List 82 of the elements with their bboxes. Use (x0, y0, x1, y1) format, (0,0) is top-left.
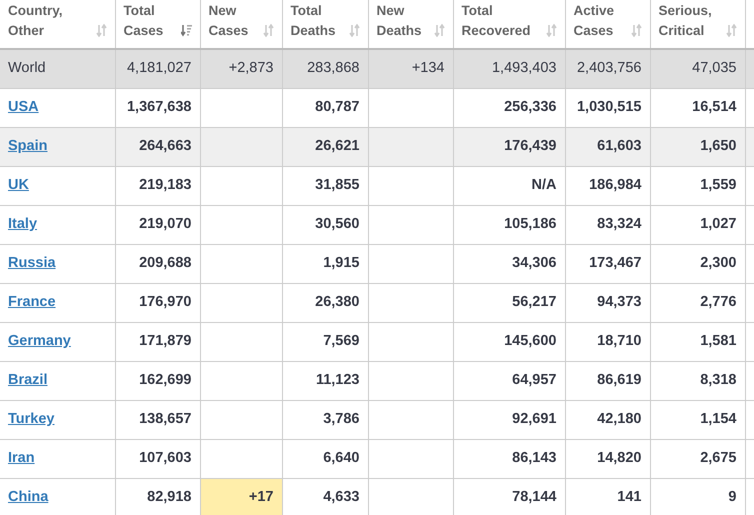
table-cell: +134 (412, 60, 444, 76)
table-cell: 219,183 (139, 176, 192, 193)
table-cell: 1,559 (700, 176, 736, 193)
table-cell: 82,918 (147, 488, 192, 505)
table-cell: 138,657 (139, 410, 192, 427)
sort-icon[interactable] (726, 24, 736, 37)
table-cell: 145,600 (504, 332, 556, 349)
table-cell: 1,027 (700, 216, 736, 232)
table-cell: 18,710 (597, 332, 642, 349)
table-cell: 283,868 (307, 60, 360, 76)
table-cell: 11,123 (316, 372, 360, 388)
table-cell: +2,873 (228, 60, 274, 76)
table-cell: 6,640 (323, 450, 360, 466)
country-link[interactable]: Spain (8, 138, 48, 154)
table-cell: 92,691 (512, 410, 556, 427)
table-cell: 64,957 (512, 372, 556, 388)
table-cell: 9 (728, 488, 736, 505)
sort-icon[interactable] (96, 24, 106, 37)
table-cell: 1,650 (700, 138, 736, 154)
table-cell: 176,439 (504, 138, 556, 154)
table-cell: 83,324 (597, 216, 642, 232)
table-cell: 26,621 (315, 138, 360, 154)
table-cell: 105,186 (504, 216, 556, 232)
table-cell: 8,318 (700, 372, 736, 388)
table-cell: 94,373 (597, 294, 642, 310)
table-cell: N/A (532, 176, 556, 193)
table-cell: 3,786 (323, 410, 360, 427)
table-cell: 4,633 (323, 488, 360, 505)
table-cell: 141 (617, 488, 642, 505)
table-cell: 1,493,403 (492, 60, 556, 76)
country-link[interactable]: Italy (8, 216, 38, 232)
table-cell: 2,300 (700, 254, 736, 271)
table-cell: 47,035 (692, 60, 736, 76)
table-cell: 86,143 (512, 450, 556, 466)
table-cell: 209,688 (139, 254, 192, 271)
table-cell: 264,663 (139, 138, 192, 154)
table-cell: 86,619 (597, 372, 642, 388)
table-cell: 2,675 (700, 450, 736, 466)
table-cell: 42,180 (597, 410, 642, 427)
table-cell: 26,380 (315, 294, 360, 310)
sort-icon[interactable] (348, 24, 360, 37)
table-cell: 1,154 (700, 410, 736, 427)
country-link[interactable]: USA (8, 98, 39, 115)
table-cell: 1,030,515 (576, 98, 642, 115)
country-link[interactable]: UK (8, 176, 29, 193)
table-cell: 78,144 (512, 488, 556, 505)
table-cell: 16,514 (692, 98, 736, 115)
table-cell: 1,581 (700, 332, 736, 349)
table-cell: 34,306 (512, 254, 556, 271)
table-cell: 7,569 (323, 332, 360, 349)
sort-icon[interactable] (630, 24, 642, 37)
sort-icon[interactable] (546, 24, 556, 37)
table-cell: 30,560 (315, 216, 360, 232)
table-cell: 162,699 (139, 372, 192, 388)
country-link[interactable]: Brazil (8, 372, 48, 388)
table-cell: 107,603 (139, 450, 192, 466)
table-cell: 2,776 (700, 294, 736, 310)
country-link[interactable]: Russia (8, 254, 56, 271)
table-cell: 1,367,638 (126, 98, 192, 115)
table-cell: 176,970 (139, 294, 192, 310)
table-cell: 56,217 (512, 294, 556, 310)
sort-descending-icon[interactable] (180, 24, 192, 37)
table-cell: 80,787 (315, 98, 360, 115)
row-label: World (8, 60, 46, 76)
table-cell: 2,403,756 (576, 60, 642, 76)
country-link[interactable]: China (8, 488, 48, 505)
sort-icon[interactable] (434, 24, 444, 37)
table-cell: 186,984 (589, 176, 642, 193)
table-cell: 173,467 (589, 254, 642, 271)
table-cell: 171,879 (139, 332, 192, 349)
table-cell: 1,915 (323, 254, 360, 271)
country-link[interactable]: Iran (8, 450, 35, 466)
table-cell: 31,855 (315, 176, 360, 193)
sort-icon[interactable] (262, 24, 274, 37)
table-cell: +17 (248, 488, 274, 505)
country-link[interactable]: France (8, 294, 56, 310)
table-cell: 61,603 (597, 138, 642, 154)
table-cell: 256,336 (504, 98, 556, 115)
country-link[interactable]: Turkey (8, 410, 54, 427)
table-cell: 4,181,027 (126, 60, 192, 76)
table-cell: 14,820 (597, 450, 642, 466)
table-cell: 219,070 (139, 216, 192, 232)
